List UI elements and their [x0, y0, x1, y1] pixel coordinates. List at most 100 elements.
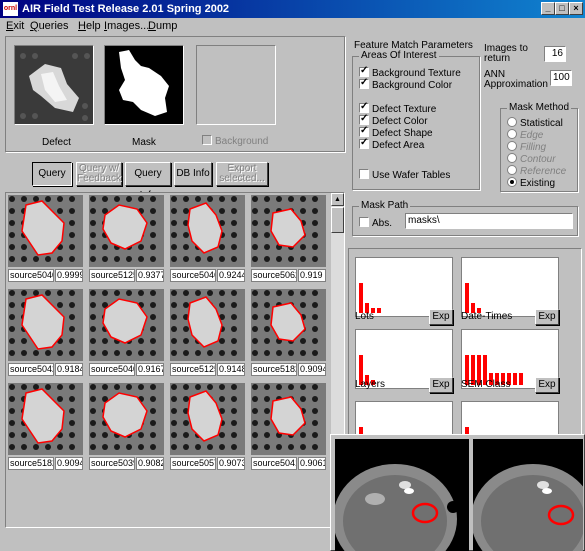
query-feedback-line2: Feedback: [77, 173, 121, 184]
filling-dot[interactable]: [507, 141, 517, 151]
menu-dump[interactable]: Dump: [148, 20, 177, 32]
existing-dot[interactable]: [507, 177, 517, 187]
ann-approximation-input[interactable]: 100: [550, 70, 572, 86]
lots-export-button[interactable]: Exp: [429, 309, 453, 325]
query-button[interactable]: Query: [32, 162, 72, 186]
filling-label: Filling: [520, 142, 547, 153]
scroll-thumb[interactable]: [331, 207, 344, 233]
date-times-export-button[interactable]: Exp: [535, 309, 559, 325]
method-existing-radio[interactable]: Existing: [507, 177, 555, 189]
result-name: source5042: [8, 363, 54, 376]
defect-area-label: Defect Area: [372, 140, 425, 151]
background-image[interactable]: [196, 45, 276, 125]
window-title: AIR Field Test Release 2.01 Spring 2002: [22, 3, 230, 15]
mask-method-title: Mask Method: [507, 102, 572, 113]
bg-texture-checkbox[interactable]: Background Texture: [359, 65, 461, 79]
result-thumbnail[interactable]: [8, 195, 83, 267]
menu-queries[interactable]: Queries: [30, 20, 69, 32]
defect-area-box[interactable]: [359, 137, 369, 149]
ct-image-right[interactable]: [473, 439, 583, 551]
defect-image[interactable]: [14, 45, 94, 125]
use-wafer-checkbox[interactable]: Use Wafer Tables: [359, 169, 450, 181]
result-thumbnail[interactable]: [251, 289, 326, 361]
histogram-bar: [513, 373, 517, 385]
result-score: 0.9148: [217, 363, 245, 376]
result-thumbnail[interactable]: [170, 289, 245, 361]
export-selected-button[interactable]: Export selected...: [216, 162, 268, 186]
edge-label: Edge: [520, 130, 544, 141]
menu-help[interactable]: Help: [78, 20, 101, 32]
bg-texture-box[interactable]: [359, 65, 369, 77]
preview-panel: Defect Mask Background: [5, 36, 345, 152]
results-grid-inner: source5040 0.9999 source5125 0.9377 source…: [6, 193, 331, 527]
edge-dot[interactable]: [507, 129, 517, 139]
contour-label: Contour: [520, 154, 556, 165]
background-checkbox[interactable]: Background: [202, 135, 268, 147]
layers-label: Layers: [355, 379, 386, 390]
result-score: 0.9094: [298, 363, 326, 376]
defect-area-checkbox[interactable]: Defect Area: [359, 137, 425, 151]
result-score: 0.9061: [298, 457, 326, 470]
abs-box[interactable]: [359, 217, 369, 227]
statistical-dot[interactable]: [507, 117, 517, 127]
menu-images[interactable]: Images...: [104, 20, 149, 32]
method-reference-radio[interactable]: Reference: [507, 165, 566, 177]
defect-texture-box[interactable]: [359, 101, 369, 113]
defect-shape-box[interactable]: [359, 125, 369, 137]
title-bar[interactable]: ornl AIR Field Test Release 2.01 Spring …: [0, 0, 585, 18]
method-statistical-radio[interactable]: Statistical: [507, 117, 563, 129]
result-thumbnail[interactable]: [89, 383, 164, 455]
bg-color-checkbox[interactable]: Background Color: [359, 77, 452, 91]
menu-exit[interactable]: Exit: [6, 20, 24, 32]
abs-label: Abs.: [372, 218, 393, 229]
histogram-bar: [359, 283, 363, 313]
sem-class-export-label: Exp: [538, 379, 556, 390]
background-checkbox-box[interactable]: [202, 135, 212, 145]
ct-image-left[interactable]: [335, 439, 469, 551]
use-wafer-box[interactable]: [359, 169, 369, 179]
abs-checkbox[interactable]: Abs.: [359, 217, 392, 229]
histogram-bar: [377, 308, 381, 313]
result-thumbnail[interactable]: [89, 289, 164, 361]
defect-color-box[interactable]: [359, 113, 369, 125]
images-to-return-input[interactable]: 16: [544, 46, 566, 62]
mask-image[interactable]: [104, 45, 184, 125]
histogram-bar: [519, 373, 523, 385]
result-thumbnail[interactable]: [89, 195, 164, 267]
mask-method-group: Mask Method Statistical Edge Filling Con…: [500, 102, 578, 192]
reference-dot[interactable]: [507, 165, 517, 175]
query-info-button[interactable]: Query Info: [125, 162, 171, 201]
method-contour-radio[interactable]: Contour: [507, 153, 556, 165]
close-button[interactable]: ×: [569, 2, 583, 15]
result-score: 0.9073: [217, 457, 245, 470]
maximize-button[interactable]: □: [555, 2, 569, 15]
defect-shape-checkbox[interactable]: Defect Shape: [359, 125, 433, 139]
result-thumbnail[interactable]: [8, 289, 83, 361]
db-info-button[interactable]: DB Info: [174, 162, 212, 186]
result-score: 0.9082: [136, 457, 164, 470]
scroll-up-icon[interactable]: ▲: [331, 193, 344, 206]
mask-path-input[interactable]: masks\: [405, 213, 573, 229]
defect-color-checkbox[interactable]: Defect Color: [359, 113, 428, 127]
query-feedback-button[interactable]: Query w/Feedback: [76, 162, 122, 186]
ct-image-window[interactable]: [330, 434, 585, 551]
query-button-label: Query: [38, 168, 66, 179]
result-thumbnail[interactable]: [170, 195, 245, 267]
bg-color-box[interactable]: [359, 77, 369, 89]
bg-texture-label: Background Texture: [372, 68, 461, 79]
result-thumbnail[interactable]: [251, 383, 326, 455]
minimize-button[interactable]: _: [541, 2, 555, 15]
lots-histogram[interactable]: [355, 257, 453, 317]
sem-class-export-button[interactable]: Exp: [535, 377, 559, 393]
method-edge-radio[interactable]: Edge: [507, 129, 543, 141]
method-filling-radio[interactable]: Filling: [507, 141, 546, 153]
result-thumbnail[interactable]: [8, 383, 83, 455]
date-times-histogram[interactable]: [461, 257, 559, 317]
defect-texture-checkbox[interactable]: Defect Texture: [359, 101, 436, 115]
layers-export-button[interactable]: Exp: [429, 377, 453, 393]
contour-dot[interactable]: [507, 153, 517, 163]
result-thumbnail[interactable]: [251, 195, 326, 267]
result-thumbnail[interactable]: [170, 383, 245, 455]
result-score: 0.9377: [136, 269, 164, 282]
result-name: source5040: [8, 269, 54, 282]
